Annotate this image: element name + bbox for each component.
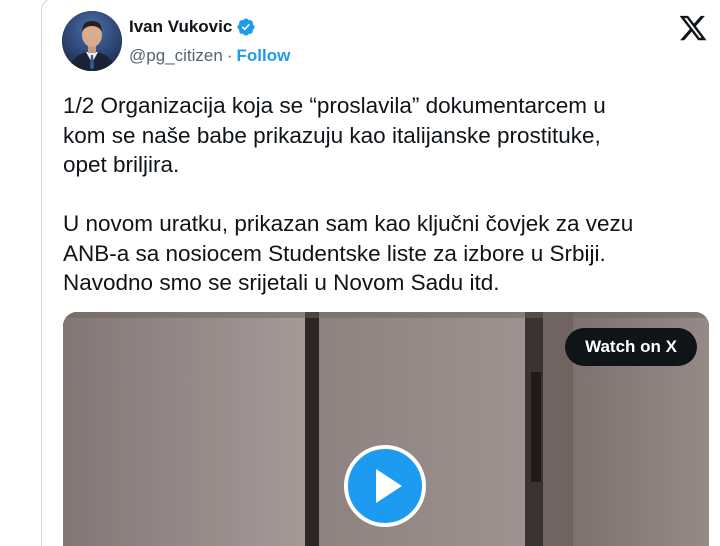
tweet-paragraph: 1/2 Organizacija koja se “proslavila” do… <box>63 93 606 177</box>
name-row: Ivan Vukovic <box>129 15 290 39</box>
verified-badge-icon <box>236 17 256 37</box>
tweet-card[interactable]: Ivan Vukovic @pg_citizen · Follow 1/2 Or… <box>41 0 720 546</box>
page: Ivan Vukovic @pg_citizen · Follow 1/2 Or… <box>0 0 720 546</box>
watch-on-x-button[interactable]: Watch on X <box>565 328 697 366</box>
avatar-image <box>62 11 122 71</box>
x-logo-icon[interactable] <box>678 13 708 43</box>
play-icon <box>376 469 402 503</box>
follow-button[interactable]: Follow <box>236 46 290 66</box>
author-info: Ivan Vukovic @pg_citizen · Follow <box>129 15 290 69</box>
avatar[interactable] <box>62 11 122 71</box>
video-thumbnail[interactable]: Watch on X <box>63 312 709 546</box>
separator-dot: · <box>226 46 233 65</box>
handle-row: @pg_citizen · Follow <box>129 43 290 69</box>
display-name[interactable]: Ivan Vukovic <box>129 15 232 39</box>
tweet-text: 1/2 Organizacija koja se “proslavila” do… <box>63 91 703 298</box>
play-button[interactable] <box>344 445 426 527</box>
user-handle[interactable]: @pg_citizen <box>129 46 223 66</box>
tweet-paragraph: U novom uratku, prikazan sam kao ključni… <box>63 211 634 295</box>
